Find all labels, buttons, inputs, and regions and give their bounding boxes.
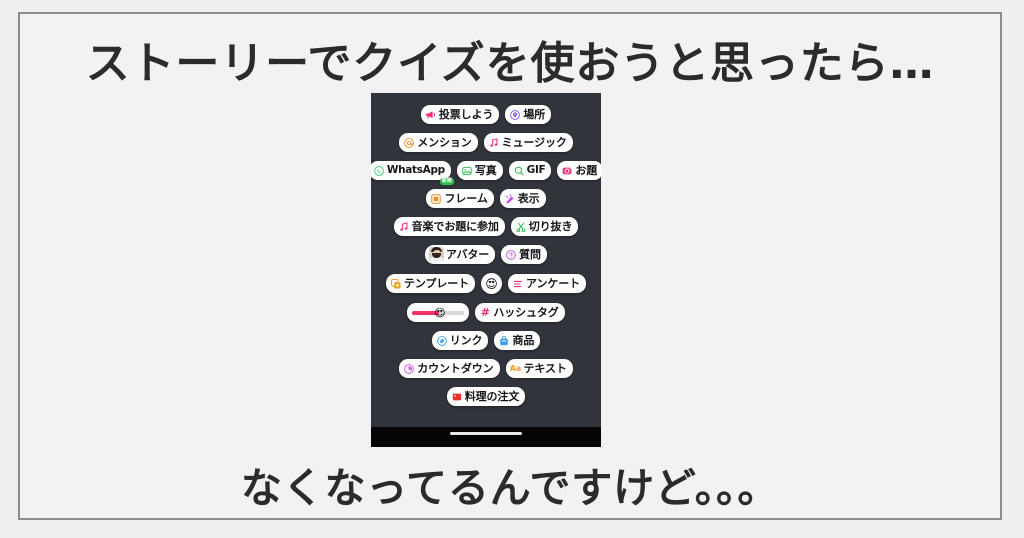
frame-icon [430,193,442,205]
sticker-chip-label: 商品 [512,334,535,347]
template-icon [390,278,402,290]
sticker-chip-label: 料理の注文 [464,390,520,403]
sticker-row: WhatsApp 新規 写真 GIF お題 [371,161,601,185]
sticker-row: 料理の注文 [371,387,601,406]
text-aa-icon: Aa [509,363,522,373]
sticker-row: フレーム 表示 [371,189,601,208]
sticker-chip-countdown[interactable]: カウントダウン [399,359,500,378]
search-icon [513,165,525,177]
sticker-chip-label: お題 [575,164,598,177]
sticker-chip-label: アンケート [526,277,581,290]
sticker-chip-prompt[interactable]: お題 [557,161,601,180]
sticker-chip-question[interactable]: 質問 [501,245,547,264]
sticker-chip-avatar[interactable]: アバター [425,245,496,264]
question-icon [505,249,517,261]
sticker-chip-template[interactable]: テンプレート [385,274,475,293]
poll-bars-icon [512,278,524,290]
sticker-chip-label: GIF [526,164,546,176]
sticker-chip-text[interactable]: Aa テキスト [505,359,573,378]
sticker-chip-label: 写真 [474,164,497,177]
caption-top: ストーリーでクイズを使おうと思ったら… [85,38,935,89]
link-icon [436,335,448,347]
avatar-photo-icon [429,247,445,262]
countdown-clock-icon [403,363,415,375]
phone-bottom-bar [371,427,601,447]
phone-screenshot: 投票しよう 場所 メンション ミュージック WhatsApp 新規 写真 GIF… [371,93,601,447]
sticker-chip-label: 音楽でお題に参加 [411,220,499,233]
sticker-chip-frame[interactable]: フレーム [426,189,494,208]
sticker-chip-location[interactable]: 場所 [505,105,552,124]
sticker-chip-food-order[interactable]: 料理の注文 [446,387,526,406]
hashtag-icon: # [480,305,490,319]
sticker-chip-label: 質問 [519,248,541,261]
sticker-chip-label: アバター [446,248,490,261]
sticker-chip-label: ハッシュタグ [493,306,559,319]
slide-card: ストーリーでクイズを使おうと思ったら… 投票しよう 場所 メンション ミュージッ… [18,12,1002,520]
emoji-slider-icon[interactable]: 😍 [412,307,465,318]
sticker-chip-photo[interactable]: 写真 [456,161,503,180]
sticker-row: カウントダウン Aa テキスト [371,359,601,378]
sticker-chip-label: カウントダウン [417,362,494,375]
sticker-chip-music-prompt[interactable]: 音楽でお題に参加 [393,217,505,236]
sticker-row: リンク 商品 [371,331,601,350]
sticker-chip-gif[interactable]: GIF [508,161,552,180]
sticker-chip-label: 場所 [523,108,546,121]
prompt-camera-icon [561,165,573,177]
sticker-chip-cutout[interactable]: 切り抜き [510,217,579,236]
new-badge: 新規 [439,178,454,185]
scissors-icon [515,221,527,233]
sticker-chip-reveal[interactable]: 表示 [499,189,546,208]
slider-knob[interactable]: 😍 [434,307,445,318]
sticker-chip-label: リンク [449,334,483,347]
sticker-chip-label: メンション [417,136,472,149]
sticker-row: 投票しよう 場所 [371,105,601,124]
sticker-chip-emoji-slider[interactable]: 😍 [407,303,470,322]
sticker-chip-label: テンプレート [403,277,469,290]
sticker-row: アバター 質問 [371,245,601,264]
caption-bottom: なくなってるんですけど。。。 [240,464,780,512]
sticker-chip-label: 投票しよう [438,108,494,121]
sticker-chip-label: WhatsApp [386,164,445,176]
sticker-row: 😍 # ハッシュタグ [371,303,601,322]
heart-eyes-emoji: 😍 [485,276,498,291]
megaphone-icon [425,109,437,121]
sticker-chip-product[interactable]: 商品 [494,331,541,350]
sticker-chip-whatsapp[interactable]: WhatsApp 新規 [371,161,454,185]
reveal-icon [504,193,516,205]
location-pin-icon [509,109,521,121]
sticker-tray: 投票しよう 場所 メンション ミュージック WhatsApp 新規 写真 GIF… [371,93,601,415]
sticker-chip-label: フレーム [444,192,488,205]
sticker-chip-label: テキスト [523,362,567,375]
sticker-chip-poll[interactable]: 投票しよう [420,105,500,124]
photo-icon [461,165,473,177]
sticker-chip-survey[interactable]: アンケート [508,274,587,293]
sticker-chip-mention[interactable]: メンション [399,133,478,152]
food-order-icon [451,391,463,403]
at-mention-icon [403,137,415,149]
sticker-chip-label: ミュージック [501,136,567,149]
sticker-row: 音楽でお題に参加 切り抜き [371,217,601,236]
sticker-chip-link[interactable]: リンク [431,331,489,350]
sticker-chip-hashtag[interactable]: # ハッシュタグ [475,303,565,322]
music-note-icon [488,137,500,149]
sticker-chip-music[interactable]: ミュージック [483,133,573,152]
shopping-bag-icon [498,335,510,347]
sticker-row: テンプレート 😍 アンケート [371,273,601,294]
sticker-chip-label: 切り抜き [528,220,573,233]
sticker-chip-label: 表示 [517,192,540,205]
music-note-icon [398,221,410,233]
sticker-chip-emoji-reaction[interactable]: 😍 [481,273,502,294]
home-indicator [450,432,522,435]
whatsapp-icon [373,165,385,177]
sticker-row: メンション ミュージック [371,133,601,152]
